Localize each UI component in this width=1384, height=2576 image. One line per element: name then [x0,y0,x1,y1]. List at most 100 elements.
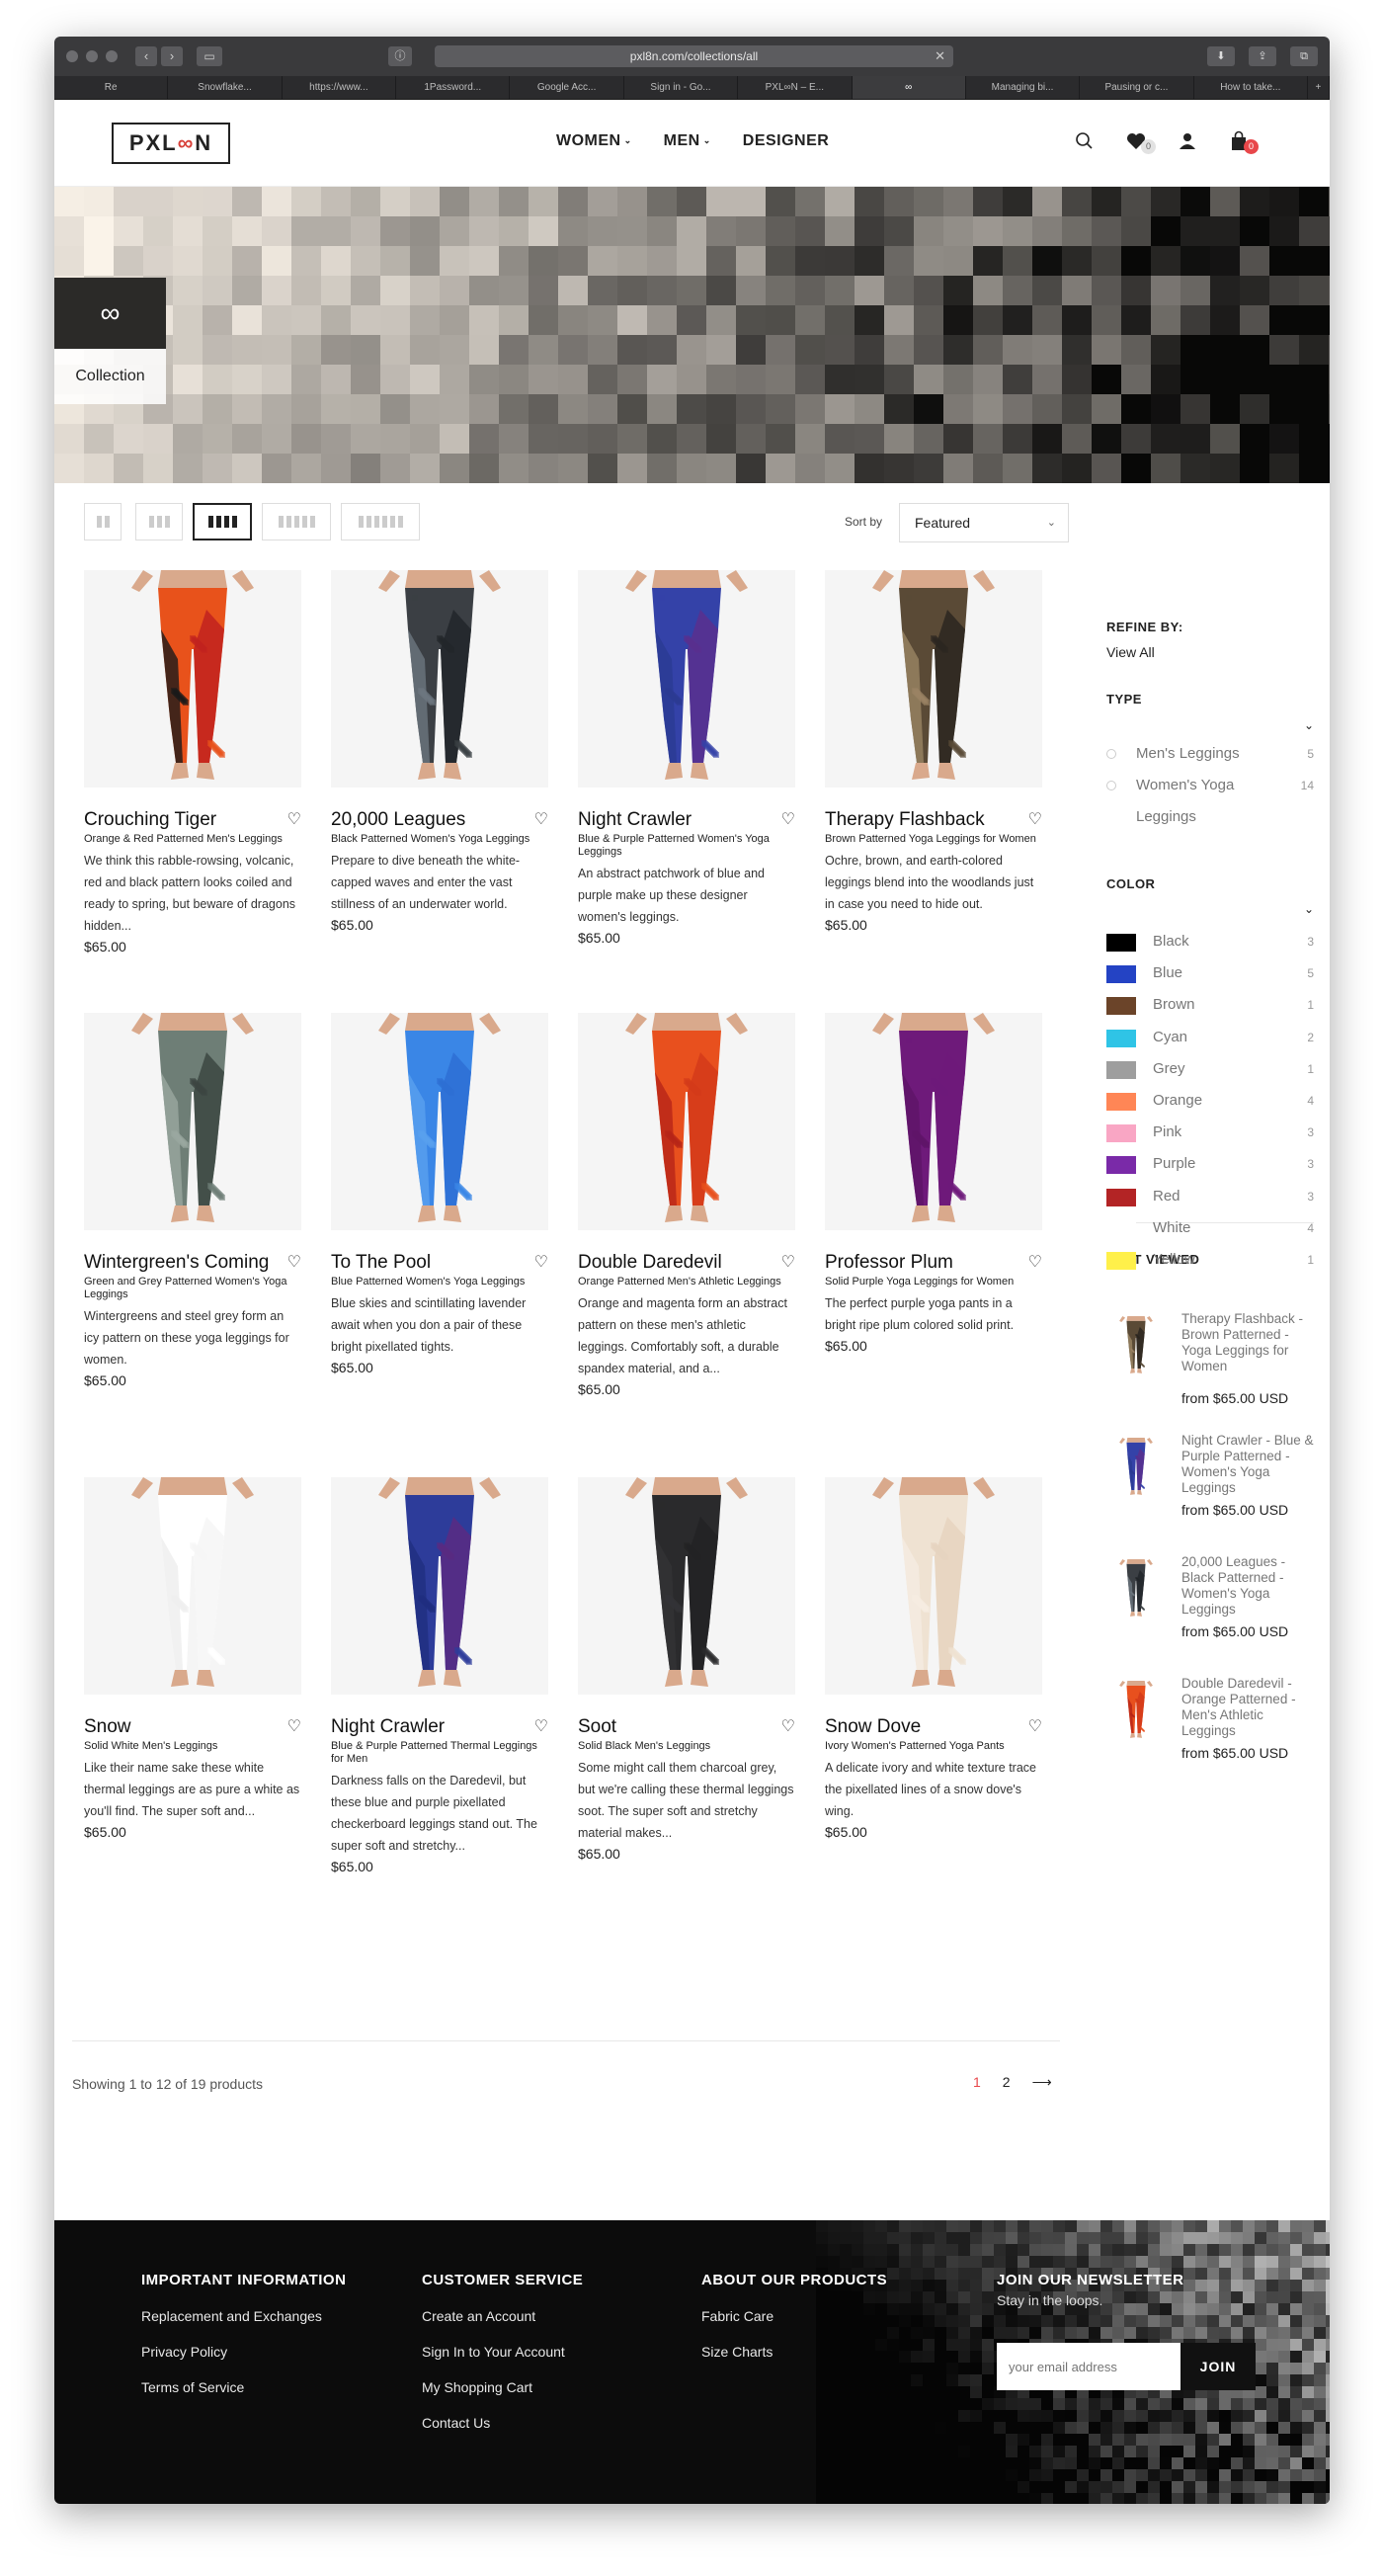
wishlist-heart-icon[interactable]: ♡ [534,809,548,829]
browser-tab[interactable]: Pausing or c... [1080,76,1194,99]
nav-women[interactable]: WOMEN ⌄ [556,132,632,150]
wishlist-heart-icon[interactable]: ♡ [1028,1716,1042,1736]
product-image[interactable] [825,1477,1042,1695]
user-icon[interactable] [1176,129,1199,153]
last-viewed-thumbnail[interactable] [1106,1554,1166,1623]
last-viewed-item[interactable]: Night Crawler - Blue & Purple Patterned … [1106,1433,1314,1541]
footer-link[interactable]: Terms of Service [141,2379,346,2395]
footer-link[interactable]: Replacement and Exchanges [141,2308,346,2324]
wishlist-heart-icon[interactable]: ♡ [287,1716,301,1736]
view-all-link[interactable]: View All [1106,644,1314,660]
wishlist-button[interactable]: 0 [1124,129,1156,154]
window-controls[interactable] [66,50,118,62]
browser-tab[interactable]: PXL∞N – E... [738,76,853,99]
last-viewed-item[interactable]: 20,000 Leagues - Black Patterned - Women… [1106,1554,1314,1663]
footer-link[interactable]: Privacy Policy [141,2344,346,2360]
chevron-down-icon[interactable]: ⌄ [1304,902,1314,916]
nav-designer[interactable]: DESIGNER [743,132,830,150]
color-filter-option[interactable]: Brown 1 [1106,995,1314,1017]
color-filter-option[interactable]: Black 3 [1106,932,1314,954]
nav-men[interactable]: MEN ⌄ [664,132,711,150]
forward-button[interactable]: › [161,46,183,66]
product-image[interactable] [825,1013,1042,1230]
product-card[interactable]: Crouching Tiger ♡ Orange & Red Patterned M… [84,570,301,955]
browser-tab[interactable]: How to take... [1194,76,1308,99]
product-card[interactable]: Wintergreen's Coming ♡ Green and Grey Patt… [84,1013,301,1388]
browser-tab[interactable]: Re [54,76,169,99]
download-icon[interactable]: ⬇ [1207,46,1235,66]
last-viewed-name[interactable]: 20,000 Leagues - Black Patterned - Women… [1181,1554,1314,1618]
product-title[interactable]: Night Crawler [578,809,795,831]
product-title[interactable]: Double Daredevil [578,1252,795,1274]
color-filter-option[interactable]: Grey 1 [1106,1059,1314,1081]
cart-button[interactable]: 0 [1227,129,1259,154]
newsletter-join-button[interactable]: JOIN [1180,2343,1256,2390]
product-image[interactable] [331,570,548,788]
footer-link[interactable]: Fabric Care [701,2308,887,2324]
wishlist-heart-icon[interactable]: ♡ [534,1252,548,1272]
color-filter-option[interactable]: White 4 [1106,1218,1314,1240]
footer-link[interactable]: Size Charts [701,2344,887,2360]
sidebar-toggle-icon[interactable]: ▭ [197,46,222,66]
browser-tab[interactable]: 1Password... [396,76,511,99]
new-tab-icon[interactable]: + [1308,76,1330,99]
product-image[interactable] [331,1013,548,1230]
back-button[interactable]: ‹ [135,46,157,66]
last-viewed-name[interactable]: Night Crawler - Blue & Purple Patterned … [1181,1433,1314,1496]
color-filter-option[interactable]: Cyan 2 [1106,1028,1314,1049]
product-title[interactable]: Soot [578,1716,795,1738]
product-card[interactable]: 20,000 Leagues ♡ Black Patterned Women's Y… [331,570,548,933]
grid-5-columns-button[interactable] [262,503,331,540]
browser-tab[interactable]: https://www... [283,76,397,99]
site-logo[interactable]: PXL∞N [112,123,230,164]
address-bar[interactable]: pxl8n.com/collections/all ✕ [435,45,953,67]
product-card[interactable]: Double Daredevil ♡ Orange Patterned Men's … [578,1013,795,1397]
color-filter-option[interactable]: Purple 3 [1106,1154,1314,1176]
footer-link[interactable]: Contact Us [422,2415,583,2431]
product-title[interactable]: Professor Plum [825,1252,1042,1274]
product-card[interactable]: Snow Dove ♡ Ivory Women's Patterned Yoga P… [825,1477,1042,1840]
product-image[interactable] [825,570,1042,788]
grid-4-columns-button[interactable] [193,503,252,540]
color-filter-option[interactable]: Yellow 1 [1106,1250,1314,1272]
last-viewed-name[interactable]: Therapy Flashback - Brown Patterned - Yo… [1181,1311,1314,1374]
next-page-arrow-icon[interactable]: ⟶ [1032,2074,1052,2091]
grid-3-columns-button[interactable] [135,503,183,540]
product-title[interactable]: To The Pool [331,1252,548,1274]
product-card[interactable]: Night Crawler ♡ Blue & Purple Patterned Th… [331,1477,548,1874]
privacy-icon[interactable]: ⓘ [388,46,412,66]
color-filter-option[interactable]: Red 3 [1106,1187,1314,1208]
wishlist-heart-icon[interactable]: ♡ [534,1716,548,1736]
footer-link[interactable]: My Shopping Cart [422,2379,583,2395]
page-1-link[interactable]: 1 [973,2074,981,2091]
last-viewed-item[interactable]: Double Daredevil - Orange Patterned - Me… [1106,1676,1314,1785]
last-viewed-thumbnail[interactable] [1106,1311,1166,1380]
product-title[interactable]: Night Crawler [331,1716,548,1738]
sort-select[interactable]: Featured ⌄ [899,503,1069,542]
product-card[interactable]: Therapy Flashback ♡ Brown Patterned Yoga L… [825,570,1042,933]
product-title[interactable]: 20,000 Leagues [331,809,548,831]
color-filter-option[interactable]: Pink 3 [1106,1122,1314,1144]
product-card[interactable]: Snow ♡ Solid White Men's Leggings Like thei… [84,1477,301,1840]
grid-6-columns-button[interactable] [341,503,420,540]
product-card[interactable]: Soot ♡ Solid Black Men's Leggings Some migh… [578,1477,795,1862]
product-card[interactable]: To The Pool ♡ Blue Patterned Women's Yoga … [331,1013,548,1375]
last-viewed-item[interactable]: Therapy Flashback - Brown Patterned - Yo… [1106,1311,1314,1420]
browser-tab[interactable]: Google Acc... [510,76,624,99]
product-title[interactable]: Snow [84,1716,301,1738]
grid-2-columns-button[interactable] [84,503,122,540]
color-filter-option[interactable]: Blue 5 [1106,963,1314,985]
last-viewed-thumbnail[interactable] [1106,1676,1166,1745]
wishlist-heart-icon[interactable]: ♡ [781,1716,795,1736]
wishlist-heart-icon[interactable]: ♡ [1028,809,1042,829]
product-title[interactable]: Crouching Tiger [84,809,301,831]
last-viewed-thumbnail[interactable] [1106,1433,1166,1502]
color-filter-option[interactable]: Orange 4 [1106,1091,1314,1113]
product-title[interactable]: Wintergreen's Coming [84,1252,301,1274]
footer-link[interactable]: Create an Account [422,2308,583,2324]
page-2-link[interactable]: 2 [1003,2074,1011,2091]
product-title[interactable]: Snow Dove [825,1716,1042,1738]
product-image[interactable] [578,570,795,788]
tabs-overview-icon[interactable]: ⧉ [1290,46,1318,66]
product-image[interactable] [84,1477,301,1695]
